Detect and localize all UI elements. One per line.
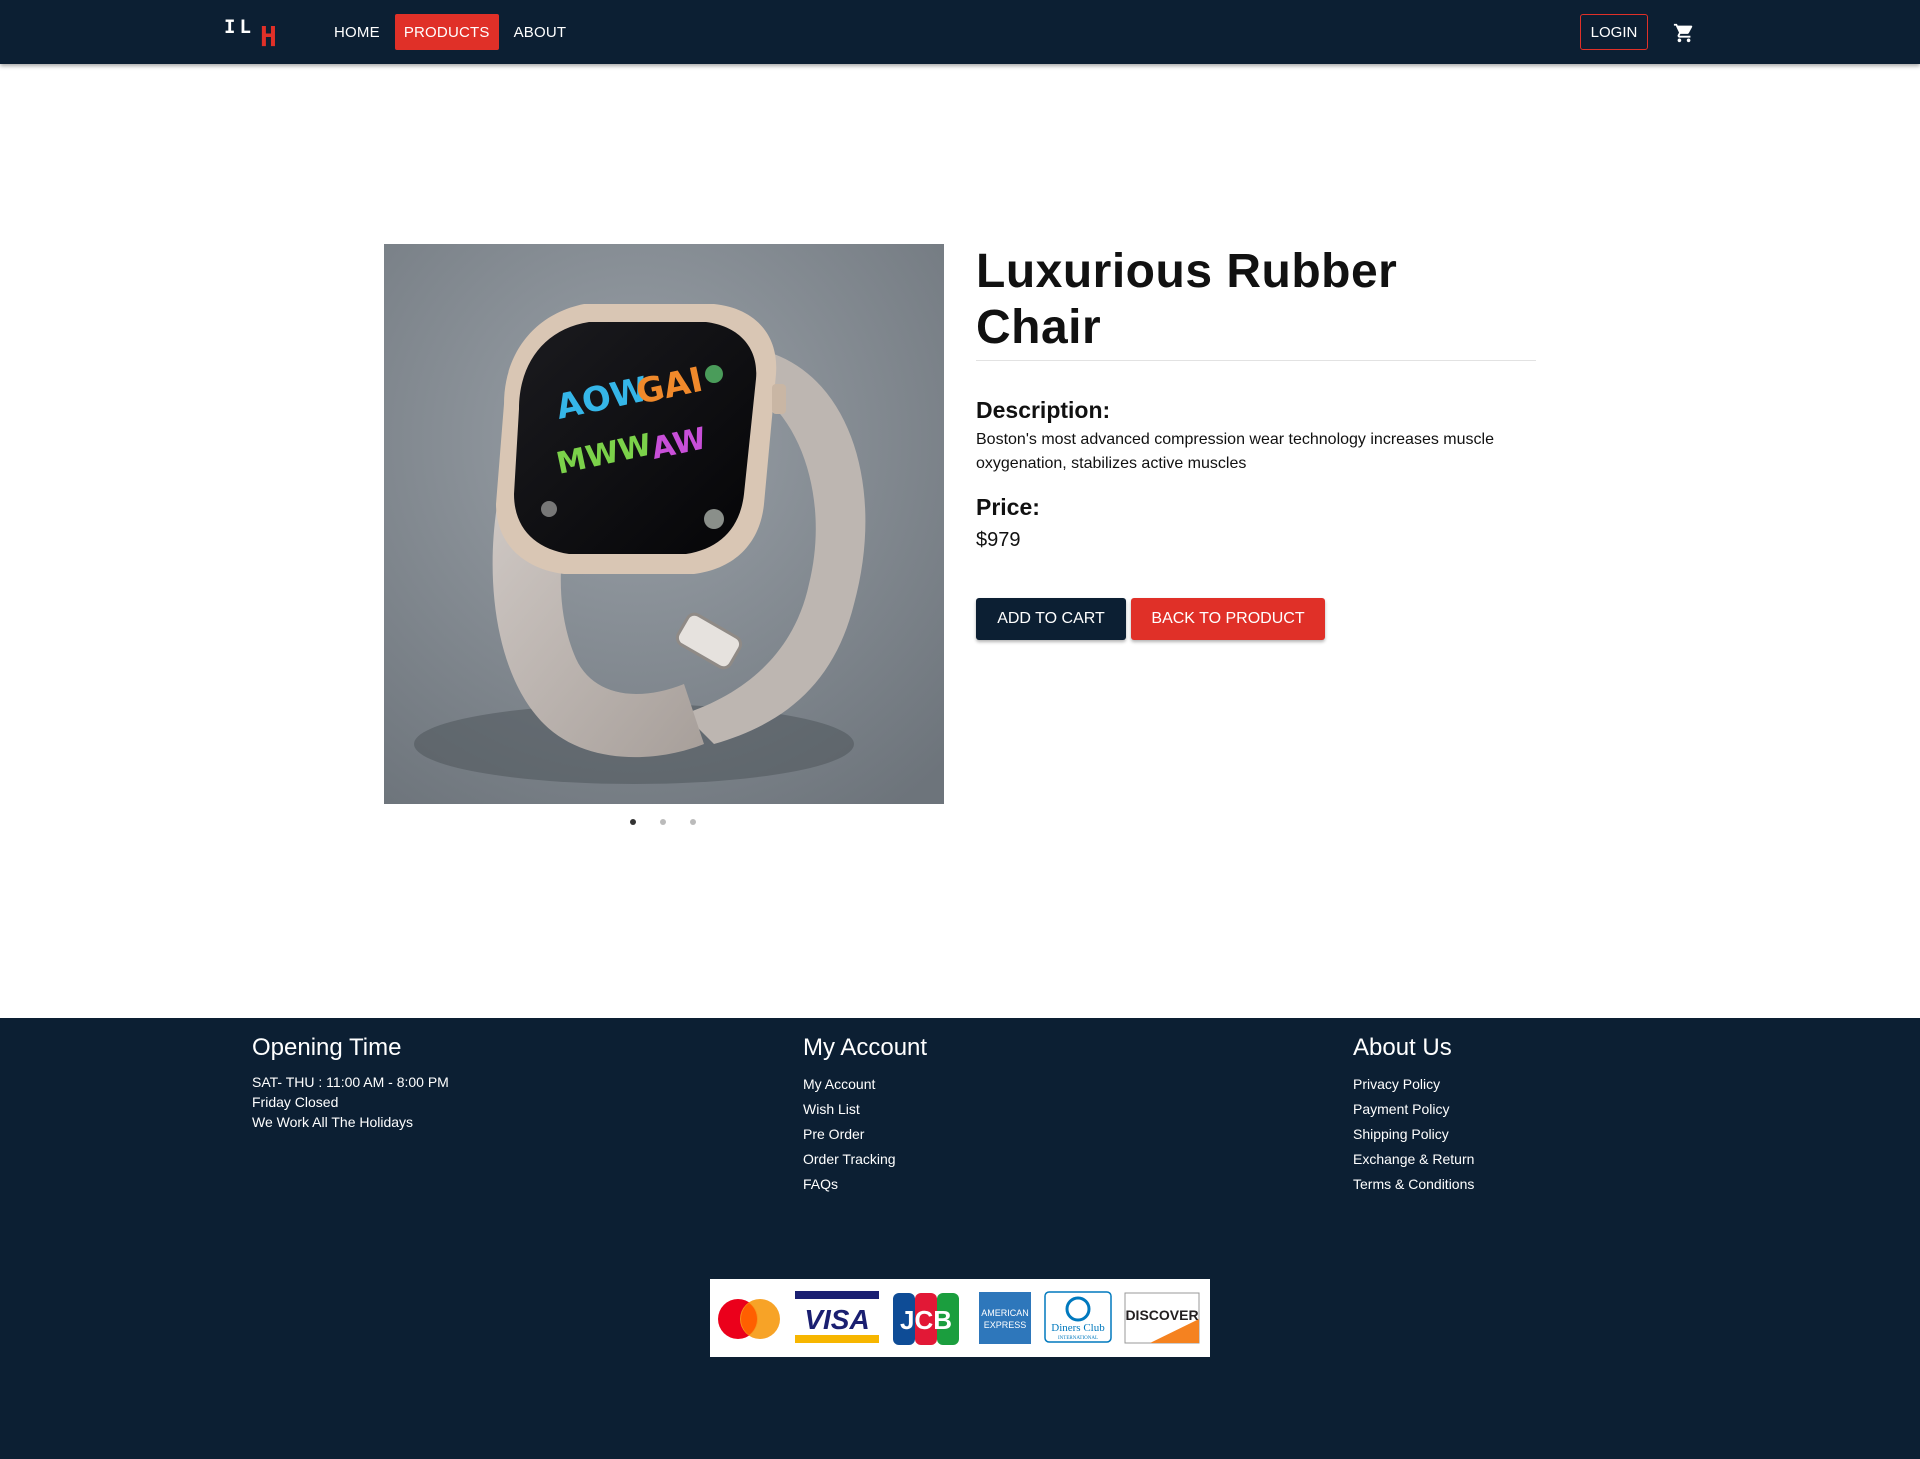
svg-text:JCB: JCB — [900, 1305, 952, 1335]
footer-link-privacy-policy[interactable]: Privacy Policy — [1353, 1072, 1474, 1097]
footer-link-pre-order[interactable]: Pre Order — [803, 1122, 927, 1147]
footer-account-title: My Account — [803, 1034, 928, 1061]
nav-products[interactable]: PRODUCTS — [394, 14, 499, 50]
footer-link-terms[interactable]: Terms & Conditions — [1353, 1172, 1474, 1197]
image-carousel-dots — [630, 819, 696, 825]
svg-text:Diners Club: Diners Club — [1051, 1322, 1105, 1334]
svg-text:VISA: VISA — [804, 1304, 869, 1335]
nav-about[interactable]: ABOUT — [505, 14, 576, 50]
discover-icon: DISCOVER — [1124, 1292, 1200, 1344]
logo-text-left: IL — [224, 16, 255, 38]
product-actions: ADD TO CART BACK TO PRODUCT — [976, 598, 1536, 640]
carousel-dot-1[interactable] — [630, 819, 636, 825]
opening-line: We Work All The Holidays — [252, 1114, 414, 1130]
visa-icon: VISA — [795, 1291, 879, 1343]
footer-link-faqs[interactable]: FAQs — [803, 1172, 927, 1197]
opening-line: Friday Closed — [252, 1094, 339, 1110]
site-logo[interactable]: IL H — [224, 14, 284, 53]
svg-text:AMERICAN: AMERICAN — [981, 1308, 1029, 1318]
add-to-cart-button[interactable]: ADD TO CART — [976, 598, 1126, 640]
payment-cards-illustration: VISA JCB AMERICAN EXPRESS Diners Club IN… — [718, 1291, 1200, 1345]
site-footer: Opening Time SAT- THU : 11:00 AM - 8:00 … — [0, 1018, 1920, 1459]
footer-about-us: About Us Privacy Policy Payment Policy S… — [1353, 1034, 1474, 1197]
product-title: Luxurious Rubber Chair — [976, 244, 1536, 361]
top-navbar: IL H HOME PRODUCTS ABOUT LOGIN — [0, 0, 1920, 64]
mastercard-icon — [718, 1299, 780, 1339]
carousel-dot-2[interactable] — [660, 819, 666, 825]
login-button[interactable]: LOGIN — [1580, 14, 1648, 50]
main-nav: HOME PRODUCTS ABOUT — [325, 14, 575, 50]
smart-watch-illustration: AOW GAI MWW AW — [384, 244, 944, 804]
footer-link-exchange-return[interactable]: Exchange & Return — [1353, 1147, 1474, 1172]
product-image: AOW GAI MWW AW — [384, 244, 944, 804]
svg-text:DISCOVER: DISCOVER — [1125, 1307, 1198, 1323]
carousel-dot-3[interactable] — [690, 819, 696, 825]
nav-home[interactable]: HOME — [325, 14, 389, 50]
footer-about-title: About Us — [1353, 1034, 1452, 1061]
footer-my-account: My Account My Account Wish List Pre Orde… — [803, 1034, 927, 1197]
payment-methods-logos: VISA JCB AMERICAN EXPRESS Diners Club IN… — [710, 1279, 1210, 1357]
description-text: Boston's most advanced compression wear … — [976, 431, 1494, 472]
back-to-product-button[interactable]: BACK TO PRODUCT — [1131, 598, 1325, 640]
logo-text-right: H — [260, 20, 277, 53]
price-label: Price: — [976, 494, 1040, 520]
description-label: Description: — [976, 397, 1111, 423]
product-details: Luxurious Rubber Chair Description: Bost… — [976, 244, 1536, 640]
svg-text:INTERNATIONAL: INTERNATIONAL — [1058, 1336, 1098, 1341]
footer-link-order-tracking[interactable]: Order Tracking — [803, 1147, 927, 1172]
jcb-icon: JCB — [893, 1293, 959, 1345]
price-value: $979 — [976, 529, 1021, 551]
footer-link-my-account[interactable]: My Account — [803, 1072, 927, 1097]
opening-line: SAT- THU : 11:00 AM - 8:00 PM — [252, 1074, 449, 1090]
footer-link-shipping-policy[interactable]: Shipping Policy — [1353, 1122, 1474, 1147]
svg-text:EXPRESS: EXPRESS — [984, 1320, 1027, 1330]
shopping-cart-icon[interactable] — [1672, 22, 1696, 44]
footer-link-wish-list[interactable]: Wish List — [803, 1097, 927, 1122]
footer-opening-title: Opening Time — [252, 1034, 402, 1061]
footer-link-payment-policy[interactable]: Payment Policy — [1353, 1097, 1474, 1122]
diners-club-icon: Diners Club INTERNATIONAL — [1044, 1291, 1112, 1343]
amex-icon: AMERICAN EXPRESS — [979, 1292, 1031, 1344]
footer-opening-time: Opening Time SAT- THU : 11:00 AM - 8:00 … — [252, 1034, 449, 1132]
